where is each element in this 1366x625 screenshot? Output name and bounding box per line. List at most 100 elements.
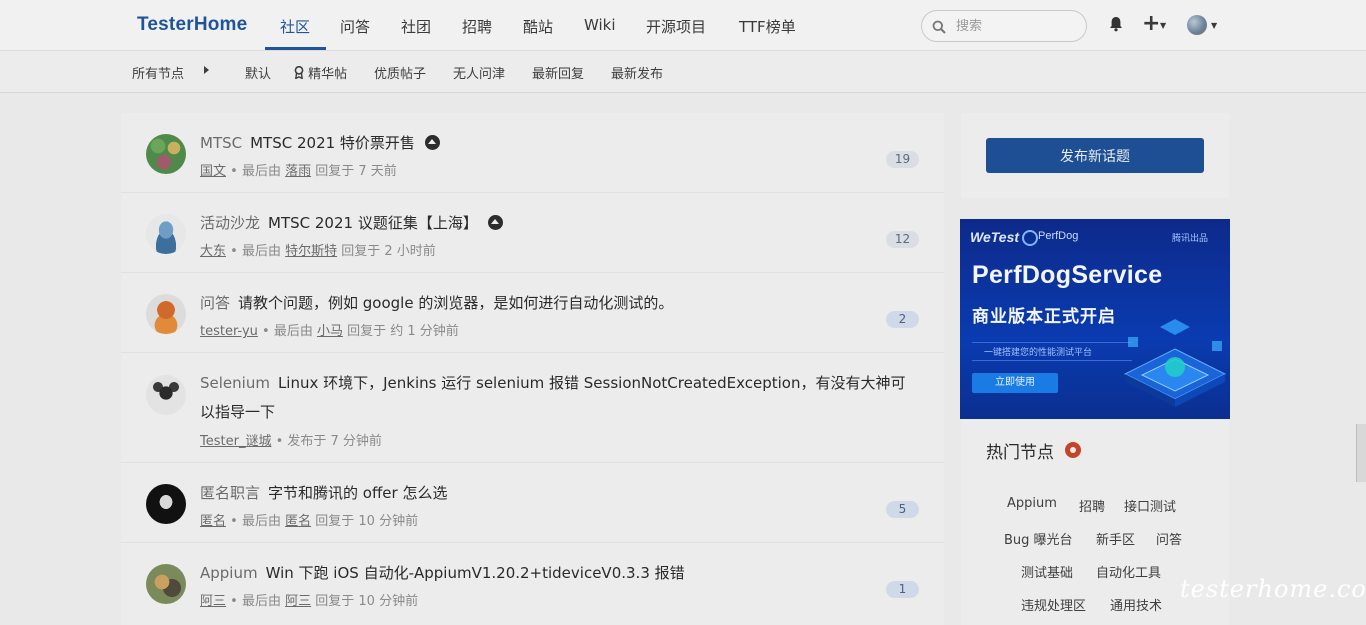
hot-node-link[interactable]: 测试基础 (1021, 562, 1073, 581)
nav-community[interactable]: 社区 (280, 16, 310, 37)
last-replier-link[interactable]: 特尔斯特 (285, 244, 337, 259)
last-reply-label: 最后由 (241, 164, 281, 179)
author-avatar[interactable] (146, 375, 186, 415)
author-avatar[interactable] (146, 484, 186, 524)
author-link[interactable]: 国文 (200, 164, 226, 179)
author-avatar[interactable] (146, 214, 186, 254)
node-label[interactable]: 问答 (200, 294, 230, 312)
nav-open-source[interactable]: 开源项目 (646, 16, 706, 37)
nav-clubs[interactable]: 社团 (401, 16, 431, 37)
reply-count-badge[interactable]: 5 (886, 501, 919, 518)
new-topic-box: 发布新话题 (961, 113, 1229, 198)
hot-nodes-title: 热门节点 (986, 443, 1054, 463)
topic-title[interactable]: MTSC MTSC 2021 特价票开售 (200, 129, 920, 158)
ad-cta-button[interactable]: 立即使用 (972, 373, 1058, 393)
topic-time: 回复于 约 1 分钟前 (347, 324, 459, 339)
topic-title[interactable]: 问答 请教个问题，例如 google 的浏览器，是如何进行自动化测试的。 (200, 289, 920, 318)
author-link[interactable]: Tester_谜城 (200, 434, 271, 449)
all-nodes-link[interactable]: 所有节点 (132, 63, 184, 82)
last-replier-link[interactable]: 阿三 (285, 594, 311, 609)
filter-excellent[interactable]: 精华帖 (294, 63, 347, 82)
reply-count-badge[interactable]: 19 (886, 151, 919, 168)
topic-title-text: 请教个问题，例如 google 的浏览器，是如何进行自动化测试的。 (238, 294, 674, 312)
ad-brand-perfdog: PerfDog (1021, 230, 1079, 246)
ad-subheadline: 商业版本正式开启 (972, 307, 1116, 327)
fire-icon (1065, 442, 1081, 458)
hot-node-link[interactable]: 招聘 (1079, 496, 1105, 515)
topic-title[interactable]: 活动沙龙 MTSC 2021 议题征集【上海】 (200, 209, 920, 238)
nav-qa[interactable]: 问答 (340, 16, 370, 37)
nav-wiki[interactable]: Wiki (584, 16, 616, 34)
author-link[interactable]: 匿名 (200, 514, 226, 529)
topic-row[interactable]: Selenium Linux 环境下，Jenkins 运行 selenium 报错… (121, 353, 944, 463)
reply-count-badge[interactable]: 1 (886, 581, 919, 598)
hot-node-link[interactable]: 问答 (1156, 529, 1182, 548)
reply-count-badge[interactable]: 12 (886, 231, 919, 248)
search-box[interactable] (921, 10, 1087, 42)
author-link[interactable]: 阿三 (200, 594, 226, 609)
author-link[interactable]: 大东 (200, 244, 226, 259)
node-label[interactable]: MTSC (200, 134, 242, 152)
hot-node-link[interactable]: 通用技术 (1110, 595, 1162, 614)
node-label[interactable]: 活动沙龙 (200, 214, 260, 232)
last-reply-label: 最后由 (241, 594, 281, 609)
filter-latest-post[interactable]: 最新发布 (611, 63, 663, 82)
hot-node-link[interactable]: 接口测试 (1124, 496, 1176, 515)
caret-right-icon (204, 66, 209, 74)
topic-title-text: Win 下跑 iOS 自动化-AppiumV1.20.2+tideviceV0.… (265, 564, 685, 582)
plus-icon[interactable]: + (1142, 13, 1160, 35)
ad-tagline: 一键搭建您的性能测试平台 (972, 342, 1132, 361)
node-label[interactable]: Selenium (200, 374, 270, 392)
topic-title[interactable]: Selenium Linux 环境下，Jenkins 运行 selenium 报错… (200, 369, 920, 427)
author-avatar[interactable] (146, 564, 186, 604)
search-input[interactable] (956, 16, 1076, 36)
topic-title[interactable]: 匿名职言 字节和腾讯的 offer 怎么选 (200, 479, 920, 508)
topic-row[interactable]: 问答 请教个问题，例如 google 的浏览器，是如何进行自动化测试的。 test… (121, 273, 944, 353)
isometric-platform-illustration (1123, 319, 1227, 407)
topic-row[interactable]: 活动沙龙 MTSC 2021 议题征集【上海】 大东 • 最后由 特尔斯特 回复于… (121, 193, 944, 273)
filter-latest-reply[interactable]: 最新回复 (532, 63, 584, 82)
topic-meta: tester-yu • 最后由 小马 回复于 约 1 分钟前 (200, 324, 459, 339)
topic-row[interactable]: Appium Win 下跑 iOS 自动化-AppiumV1.20.2+tidev… (121, 543, 944, 625)
new-topic-button[interactable]: 发布新话题 (986, 138, 1204, 173)
last-reply-label: 最后由 (273, 324, 313, 339)
filter-excellent-label: 精华帖 (308, 67, 348, 82)
nav-sites[interactable]: 酷站 (523, 16, 553, 37)
filter-default[interactable]: 默认 (245, 63, 271, 82)
user-avatar[interactable] (1187, 15, 1207, 35)
topic-row[interactable]: 匿名职言 字节和腾讯的 offer 怎么选 匿名 • 最后由 匿名 回复于 10 … (121, 463, 944, 543)
hot-node-link[interactable]: 违规处理区 (1021, 595, 1086, 614)
filter-no-reply[interactable]: 无人问津 (453, 63, 505, 82)
last-replier-link[interactable]: 小马 (317, 324, 343, 339)
perfdog-ad-banner[interactable]: WeTest PerfDog 腾讯出品 PerfDogService 商业版本正… (960, 219, 1230, 419)
topic-time: 发布于 7 分钟前 (287, 434, 382, 449)
node-label[interactable]: Appium (200, 564, 258, 582)
site-logo[interactable]: TesterHome (137, 14, 247, 36)
node-label[interactable]: 匿名职言 (200, 484, 260, 502)
filter-quality[interactable]: 优质帖子 (374, 63, 426, 82)
topic-title-text: Linux 环境下，Jenkins 运行 selenium 报错 Session… (200, 374, 906, 421)
author-link[interactable]: tester-yu (200, 324, 258, 339)
scrollbar-handle[interactable] (1356, 424, 1366, 482)
hot-node-link[interactable]: 新手区 (1096, 529, 1135, 548)
author-avatar[interactable] (146, 134, 186, 174)
active-tab-indicator (265, 47, 326, 50)
ad-tag: 腾讯出品 (1172, 234, 1209, 244)
hot-node-link[interactable]: 自动化工具 (1096, 562, 1161, 581)
topic-time: 回复于 7 天前 (315, 164, 397, 179)
last-replier-link[interactable]: 匿名 (285, 514, 311, 529)
topic-title-text: 字节和腾讯的 offer 怎么选 (268, 484, 448, 502)
last-replier-link[interactable]: 落雨 (285, 164, 311, 179)
hot-node-link[interactable]: Appium (1007, 496, 1057, 511)
author-avatar[interactable] (146, 294, 186, 334)
top-navbar: TesterHome 社区 问答 社团 招聘 酷站 Wiki 开源项目 TTF榜… (0, 0, 1366, 51)
pinned-icon (424, 135, 440, 150)
ad-headline: PerfDogService (972, 261, 1163, 289)
topic-title[interactable]: Appium Win 下跑 iOS 自动化-AppiumV1.20.2+tidev… (200, 559, 920, 588)
hot-node-link[interactable]: Bug 曝光台 (1004, 529, 1073, 548)
nav-jobs[interactable]: 招聘 (462, 16, 492, 37)
nav-ttf-ranking[interactable]: TTF榜单 (739, 16, 796, 37)
reply-count-badge[interactable]: 2 (886, 311, 919, 328)
topic-row[interactable]: MTSC MTSC 2021 特价票开售 国文 • 最后由 落雨 回复于 7 天前… (121, 113, 944, 193)
bell-icon[interactable] (1109, 16, 1123, 36)
